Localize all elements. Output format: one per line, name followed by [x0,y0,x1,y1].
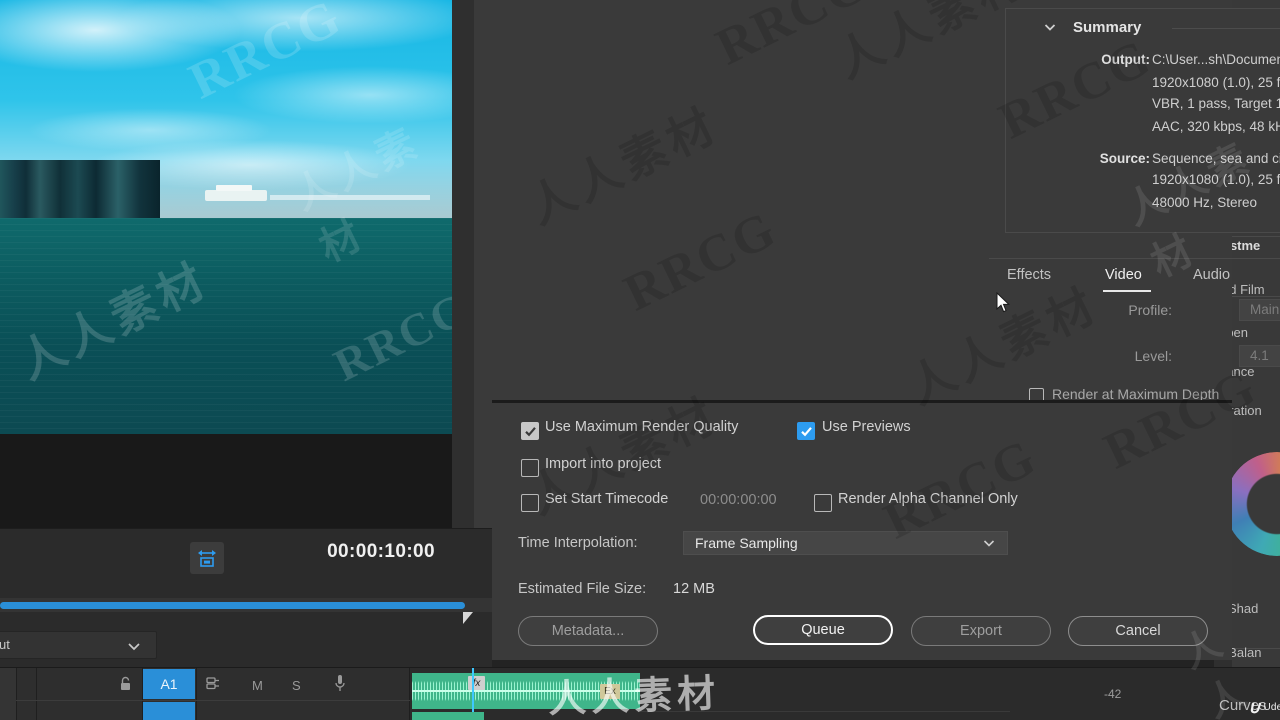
fit-to-frame-button[interactable] [190,542,224,574]
queue-button[interactable]: Queue [753,615,893,645]
import-into-project-label[interactable]: Import into project [545,456,661,472]
video-preview[interactable]: RRCG RRCG 人人素材 人人素材 [0,0,452,434]
zoom-scrollbar-thumb[interactable] [0,602,465,609]
track-name-a1[interactable]: A1 [143,669,195,699]
set-start-timecode-checkbox[interactable] [521,494,539,512]
divider [16,700,410,701]
ferry-deck [216,185,252,191]
tab-audio[interactable]: Audio [1193,267,1230,283]
estimated-file-size-value: 12 MB [673,581,715,597]
chevron-down-icon [981,535,997,557]
cancel-button[interactable]: Cancel [1068,616,1208,646]
use-previews-checkbox[interactable] [797,422,815,440]
monitor-letterbox [0,434,452,528]
monitor-controls: 00:00:10:00 [0,528,492,590]
udemy-logo: ∪ Udemy [1248,699,1280,716]
active-tab-underline [1103,290,1151,292]
export-button[interactable]: Export [911,616,1051,646]
microphone-icon[interactable] [334,674,346,696]
sync-lock-icon[interactable] [206,676,222,693]
use-max-render-quality-label[interactable]: Use Maximum Render Quality [545,419,738,435]
summary-source-line: 1920x1080 (1.0), 25 fps, Progressive, 00… [1152,172,1280,187]
summary-output-line: AAC, 320 kbps, 48 kHz, Stereo [1152,119,1280,134]
summary-source-line: Sequence, sea and city [1152,151,1280,166]
chevron-down-icon[interactable] [1043,20,1057,39]
summary-output-line: VBR, 1 pass, Target 10.00 Mbps, Max 12.0… [1152,96,1280,111]
level-dropdown[interactable]: 4.1 [1239,345,1280,367]
divider [1172,28,1280,29]
level-value: 4.1 [1250,348,1269,363]
timeline-left-scrollbar[interactable] [0,668,16,720]
time-interpolation-dropdown[interactable]: Frame Sampling [683,531,1008,555]
start-timecode-value[interactable]: 00:00:00:00 [700,492,777,508]
shore-foam [270,195,430,200]
ex-badge[interactable]: Ex [600,684,620,699]
mute-button[interactable]: M [252,678,263,693]
udemy-wordmark: Udemy [1263,702,1280,713]
solo-button[interactable]: S [292,678,301,693]
import-into-project-checkbox[interactable] [521,459,539,477]
profile-value: Main [1250,302,1280,317]
fx-badge[interactable]: fx [468,676,485,690]
metadata-button[interactable]: Metadata... [518,616,658,646]
lock-icon[interactable] [119,676,132,694]
tab-video[interactable]: Video [1105,267,1142,283]
divider [36,668,37,720]
summary-source-line: 48000 Hz, Stereo [1152,195,1258,210]
level-label: Level: [1134,348,1172,364]
summary-title: Summary [1073,19,1142,36]
track-header-area: A1 M S [0,668,410,720]
sea-region [0,218,452,434]
monitor-side-strip-inner [474,0,492,528]
timeline-baseline [640,711,1010,712]
chevron-down-icon [126,637,142,663]
summary-output-line: C:\User...sh\Documents\Adobe\Premiere Pr… [1152,52,1280,67]
audio-meter-value: -42 [1104,687,1122,701]
track-name-a2[interactable] [143,702,195,720]
audio-clip-secondary[interactable] [412,712,484,720]
divider [16,668,17,720]
render-alpha-channel-only-checkbox[interactable] [814,494,832,512]
output-dropdown[interactable]: ut [0,631,157,659]
render-alpha-channel-only-label[interactable]: Render Alpha Channel Only [838,491,1018,507]
use-previews-label[interactable]: Use Previews [822,419,911,435]
out-point-timecode[interactable]: 00:00:10:00 [327,541,435,563]
export-tab-bar: Effects Video Audio Multiplexer Captions… [989,258,1280,296]
tab-effects[interactable]: Effects [1007,267,1051,283]
export-settings-upper: Summary Output: C:\User...sh\Documents\A… [492,0,1280,403]
ferry-boat [205,190,267,201]
program-monitor-panel: RRCG RRCG 人人素材 人人素材 00:00:10:00 [0,0,492,720]
udemy-mark-icon: ∪ [1248,698,1261,717]
summary-output-key: Output: [1101,52,1150,67]
summary-source-key: Source: [1099,151,1150,166]
check-icon [524,426,536,436]
use-max-render-quality-checkbox[interactable] [521,422,539,440]
time-interpolation-value: Frame Sampling [695,535,798,551]
profile-dropdown[interactable]: Main [1239,299,1280,321]
divider [196,668,197,720]
timeline-panel: A1 M S fx Ex [0,667,1110,720]
set-start-timecode-label[interactable]: Set Start Timecode [545,491,668,507]
output-dropdown-value: ut [0,637,10,652]
check-icon [800,426,812,436]
mouse-cursor [996,291,1010,314]
zoom-end-marker[interactable] [463,612,473,624]
estimated-file-size-label: Estimated File Size: [518,581,647,597]
time-interpolation-label: Time Interpolation: [518,535,638,551]
fit-to-frame-icon [198,550,216,567]
summary-output-line: 1920x1080 (1.0), 25 fps, Progressive, 00… [1152,75,1280,90]
profile-label: Profile: [1128,302,1172,318]
